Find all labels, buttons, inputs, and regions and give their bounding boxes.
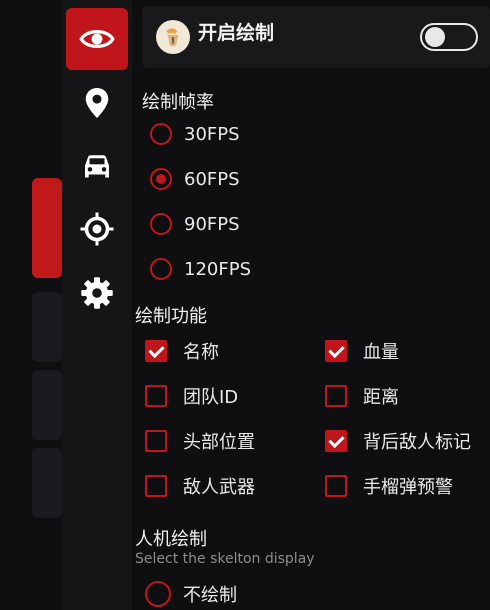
feature-label: 敌人武器 (183, 477, 255, 498)
bot-draw-option-label: 不绘制 (183, 585, 237, 606)
avatar (156, 20, 190, 54)
gear-icon (81, 277, 113, 309)
feature-health[interactable]: 血量 (325, 338, 399, 364)
feature-distance[interactable]: 距离 (325, 383, 399, 409)
car-icon (85, 155, 109, 178)
fps-option-120[interactable]: 120FPS (150, 258, 251, 280)
checkbox (145, 430, 167, 452)
radio-button (150, 258, 172, 280)
fps-option-90[interactable]: 90FPS (150, 213, 240, 235)
checkbox (325, 475, 347, 497)
feature-team-id[interactable]: 团队ID (145, 383, 238, 409)
toggle-knob (425, 27, 445, 47)
feature-enemy-weapon[interactable]: 敌人武器 (145, 473, 255, 499)
header-title: 开启绘制 (198, 22, 275, 44)
checkbox (325, 385, 347, 407)
checkbox-checked (325, 430, 347, 452)
sidebar-item-aim[interactable] (66, 198, 128, 260)
fps-option-30[interactable]: 30FPS (150, 123, 240, 145)
brush-hand-icon (166, 28, 179, 47)
crosshair-icon (80, 212, 114, 246)
fps-option-label: 60FPS (184, 168, 240, 190)
radio-button-selected (150, 168, 172, 190)
frame-rate-title: 绘制帧率 (142, 92, 214, 113)
bot-draw-option-none[interactable]: 不绘制 (145, 581, 237, 607)
checkbox (145, 385, 167, 407)
feature-label: 团队ID (183, 387, 239, 408)
bot-draw-title: 人机绘制 (135, 529, 207, 550)
background-panel-edge (32, 178, 62, 278)
fps-option-label: 90FPS (184, 213, 240, 235)
background-panel-edge (32, 292, 62, 362)
feature-grenade-warning[interactable]: 手榴弹预警 (325, 473, 453, 499)
sidebar-item-vehicle[interactable] (66, 136, 128, 198)
eye-icon (79, 30, 115, 48)
sidebar-item-location[interactable] (66, 72, 128, 134)
bot-draw-subtitle: Select the skelton display (135, 551, 315, 567)
fps-option-label: 30FPS (184, 123, 240, 145)
fps-option-60[interactable]: 60FPS (150, 168, 240, 190)
feature-label: 手榴弹预警 (363, 477, 453, 498)
location-pin-icon (85, 88, 109, 118)
feature-label: 背后敌人标记 (363, 432, 471, 453)
feature-label: 名称 (183, 342, 219, 363)
sidebar (62, 0, 132, 610)
feature-name[interactable]: 名称 (145, 338, 219, 364)
sidebar-item-settings[interactable] (66, 262, 128, 324)
feature-label: 血量 (363, 342, 399, 363)
feature-label: 距离 (363, 387, 399, 408)
header-bar: 开启绘制 (142, 6, 490, 68)
sidebar-item-draw[interactable] (66, 8, 128, 70)
enable-draw-toggle[interactable] (420, 23, 478, 51)
radio-button (150, 123, 172, 145)
feature-label: 头部位置 (183, 432, 255, 453)
background-panel-edge (32, 370, 62, 440)
radio-button (150, 213, 172, 235)
radio-button (145, 581, 171, 607)
features-title: 绘制功能 (135, 306, 207, 327)
checkbox (145, 475, 167, 497)
background-panel-edge (32, 448, 62, 518)
feature-behind-enemy-marker[interactable]: 背后敌人标记 (325, 428, 471, 454)
feature-head-position[interactable]: 头部位置 (145, 428, 255, 454)
checkbox-checked (325, 340, 347, 362)
checkbox-checked (145, 340, 167, 362)
fps-option-label: 120FPS (184, 258, 251, 280)
